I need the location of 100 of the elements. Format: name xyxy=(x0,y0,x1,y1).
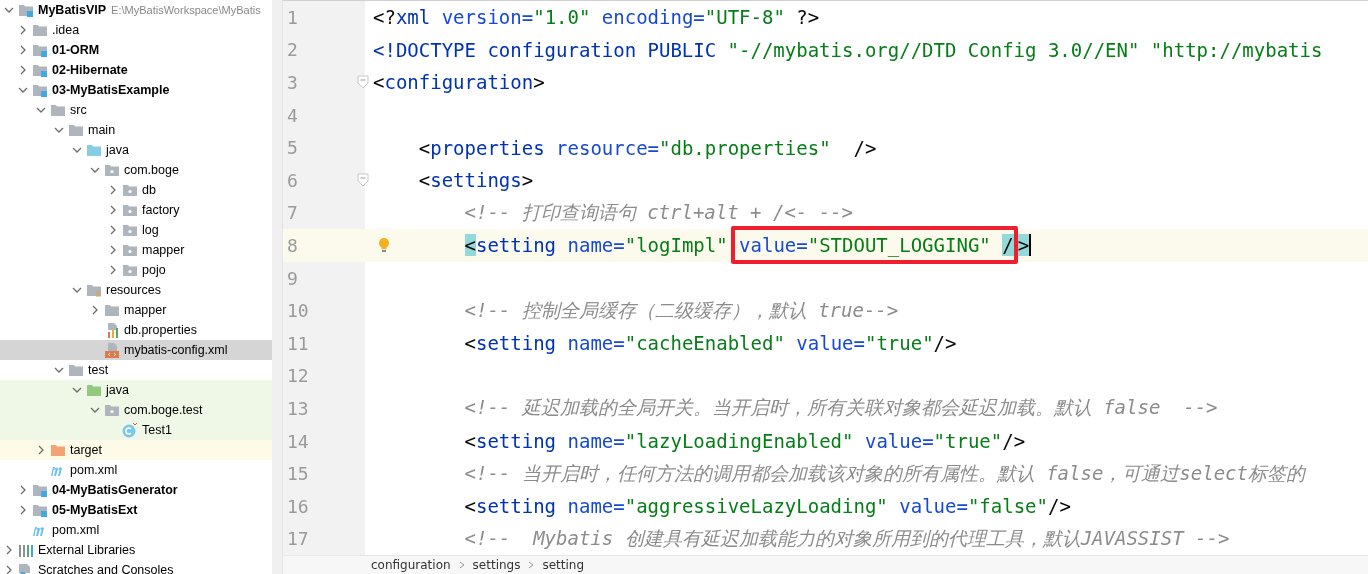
line-number: 16 xyxy=(287,495,309,517)
tree-item[interactable]: MyBatisVIP E:\MyBatisWorkspace\MyBatis xyxy=(0,0,272,20)
chevron-right-icon[interactable] xyxy=(90,305,100,315)
tree-item-label: com.boge.test xyxy=(124,403,203,417)
tree-item[interactable]: 03-MyBatisExample xyxy=(0,80,272,100)
tree-item[interactable]: main xyxy=(0,120,272,140)
folder-icon xyxy=(104,163,120,177)
line-number: 4 xyxy=(287,104,298,126)
chevron-down-icon[interactable] xyxy=(72,385,82,395)
tree-item-label: MyBatisVIP xyxy=(38,3,107,17)
line-number: 2 xyxy=(287,39,298,61)
folder-icon xyxy=(32,503,48,517)
chevron-right-icon[interactable] xyxy=(18,45,28,55)
tree-item[interactable]: 01-ORM xyxy=(0,40,272,60)
line-number: 13 xyxy=(287,397,309,419)
folder-icon xyxy=(32,23,48,37)
tree-item[interactable]: Test1 xyxy=(0,420,272,440)
chevron-right-icon[interactable] xyxy=(108,205,118,215)
tree-item[interactable]: 04-MyBatisGenerator xyxy=(0,480,272,500)
tree-item-label: com.boge xyxy=(124,163,179,177)
tree-item[interactable]: External Libraries xyxy=(0,540,272,560)
tree-item[interactable]: log xyxy=(0,220,272,240)
line-number: 15 xyxy=(287,463,309,485)
folder-icon xyxy=(68,363,84,377)
tree-item-label: 01-ORM xyxy=(52,43,100,57)
folder-icon xyxy=(104,403,120,417)
breadcrumb-item[interactable]: configuration xyxy=(371,558,451,572)
chevron-right-icon[interactable] xyxy=(108,225,118,235)
tree-item-label: Scratches and Consoles xyxy=(38,563,174,574)
chevron-down-icon[interactable] xyxy=(90,165,100,175)
folder-icon xyxy=(50,103,66,117)
folder-icon xyxy=(122,243,138,257)
lightbulb-icon[interactable] xyxy=(378,237,390,254)
code-line: <!-- Mybatis 创建具有延迟加载能力的对象所用到的代理工具，默认JAVASSIST --> xyxy=(463,525,1230,551)
chevron-right-icon[interactable] xyxy=(36,445,46,455)
tree-item[interactable]: pom.xml xyxy=(0,520,272,540)
tree-item[interactable]: pojo xyxy=(0,260,272,280)
tree-item[interactable]: db.properties xyxy=(0,320,272,340)
tree-item[interactable]: mapper xyxy=(0,300,272,320)
tree-item[interactable]: 05-MyBatisExt xyxy=(0,500,272,520)
code-line: <properties resource="db.properties" /> xyxy=(417,136,877,159)
folder-icon xyxy=(122,203,138,217)
chevron-down-icon[interactable] xyxy=(90,405,100,415)
chevron-right-icon[interactable] xyxy=(108,185,118,195)
tree-item[interactable]: test xyxy=(0,360,272,380)
xml-file-icon xyxy=(104,342,120,358)
folder-icon xyxy=(32,63,48,77)
tree-item-label: Test1 xyxy=(142,423,172,437)
chevron-down-icon[interactable] xyxy=(4,5,14,15)
tree-item-label: target xyxy=(70,443,102,457)
code-line: <setting name="lazyLoadingEnabled" value="true"/> xyxy=(463,430,1026,452)
line-number: 10 xyxy=(287,300,309,322)
tree-item-label: java xyxy=(106,143,129,157)
tree-item-label: mapper xyxy=(142,243,185,257)
tree-item[interactable]: java xyxy=(0,140,272,160)
breadcrumb-item[interactable]: settings xyxy=(472,558,521,572)
tree-item[interactable]: java xyxy=(0,380,272,400)
tree-item-label: 04-MyBatisGenerator xyxy=(52,483,178,497)
chevron-right-icon[interactable] xyxy=(18,505,28,515)
tree-item[interactable]: pom.xml xyxy=(0,460,272,480)
chevron-right-icon xyxy=(458,561,465,569)
chevron-right-icon[interactable] xyxy=(4,565,14,574)
tree-item[interactable]: mapper xyxy=(0,240,272,260)
tree-item-label: src xyxy=(70,103,87,117)
code-line: <configuration> xyxy=(372,71,545,94)
tree-item[interactable]: com.boge xyxy=(0,160,272,180)
tree-item[interactable]: db xyxy=(0,180,272,200)
chevron-right-icon[interactable] xyxy=(4,545,14,555)
chevron-right-icon[interactable] xyxy=(108,245,118,255)
chevron-right-icon[interactable] xyxy=(18,25,28,35)
chevron-down-icon[interactable] xyxy=(54,365,64,375)
line-number: 11 xyxy=(287,332,309,354)
breadcrumb-item[interactable]: setting xyxy=(542,558,585,572)
chevron-down-icon[interactable] xyxy=(36,105,46,115)
chevron-right-icon[interactable] xyxy=(18,485,28,495)
chevron-right-icon[interactable] xyxy=(108,265,118,275)
code-line: <settings> xyxy=(417,169,534,192)
tree-item-label: 02-Hibernate xyxy=(52,63,128,77)
tree-item[interactable]: mybatis-config.xml xyxy=(0,340,272,360)
chevron-down-icon[interactable] xyxy=(72,145,82,155)
chevron-right-icon[interactable] xyxy=(18,65,28,75)
tree-item[interactable]: 02-Hibernate xyxy=(0,60,272,80)
tree-item[interactable]: .idea xyxy=(0,20,272,40)
chevron-down-icon[interactable] xyxy=(54,125,64,135)
code-line: <!DOCTYPE configuration PUBLIC "-//mybatis.org//DTD Config 3.0//EN" "http://mybatis xyxy=(372,38,1323,61)
scrollbar[interactable] xyxy=(272,0,282,574)
chevron-right-icon xyxy=(528,561,535,569)
tree-item[interactable]: com.boge.test xyxy=(0,400,272,420)
tree-item[interactable]: resources xyxy=(0,280,272,300)
folder-icon xyxy=(68,123,84,137)
line-number: 1 xyxy=(287,6,298,28)
chevron-down-icon[interactable] xyxy=(72,285,82,295)
tree-item[interactable]: Scratches and Consoles xyxy=(0,560,272,574)
code-line: <!-- 打印查询语句 ctrl+alt + /<- --> xyxy=(463,199,854,225)
tree-item[interactable]: target xyxy=(0,440,272,460)
tree-item[interactable]: src xyxy=(0,100,272,120)
chevron-down-icon[interactable] xyxy=(18,85,28,95)
tree-item-label: java xyxy=(106,383,129,397)
tree-item-label: mapper xyxy=(124,303,167,317)
tree-item[interactable]: factory xyxy=(0,200,272,220)
